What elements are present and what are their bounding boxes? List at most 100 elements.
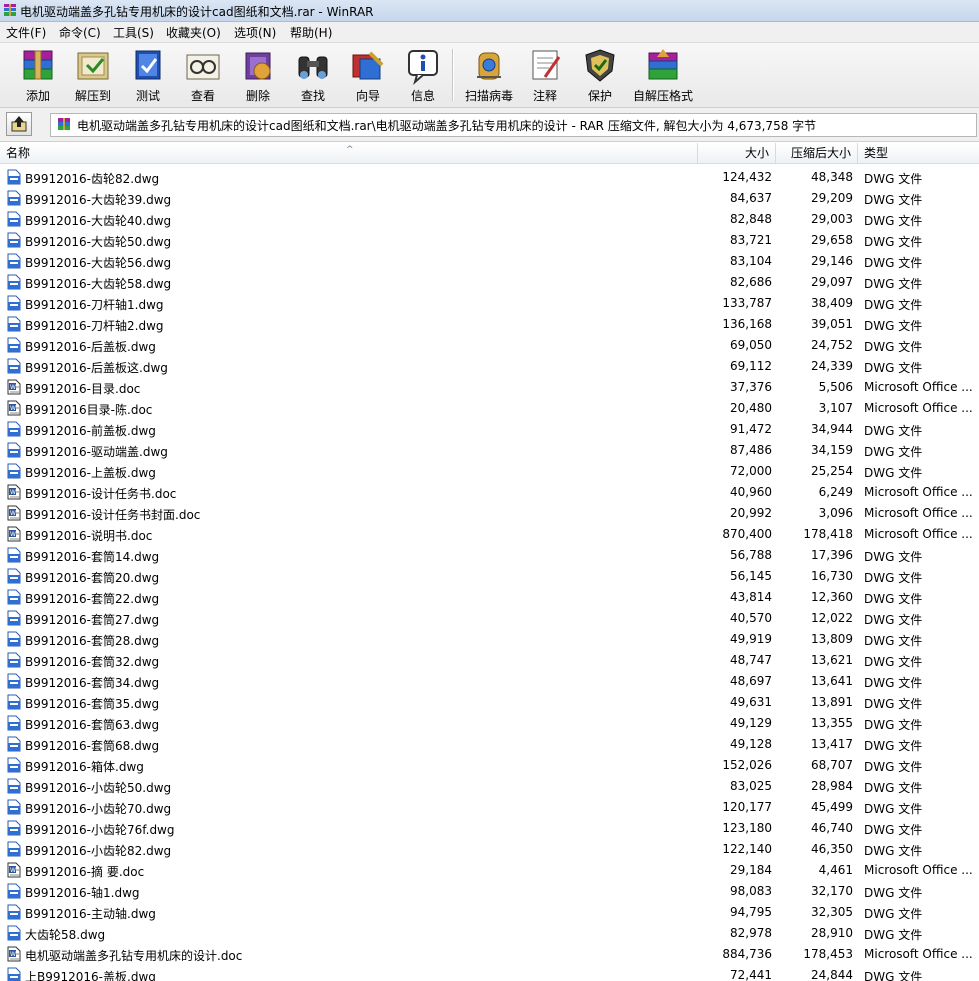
protect-button[interactable]: 保护 <box>572 45 628 105</box>
file-row[interactable]: W B9912016-摘 要.doc 29,184 4,461 Microsoft Of… <box>0 860 979 881</box>
file-row[interactable]: W B9912016-设计任务书.doc 40,960 6,249 Microsoft … <box>0 482 979 503</box>
file-row[interactable]: B9912016-大齿轮58.dwg 82,686 29,097 DWG 文件 <box>0 272 979 293</box>
file-row[interactable]: B9912016-刀杆轴2.dwg 136,168 39,051 DWG 文件 <box>0 314 979 335</box>
view-button[interactable]: 查看 <box>175 45 231 105</box>
column-header-packed[interactable]: 压缩后大小 <box>776 143 858 164</box>
archive-path-field[interactable]: 电机驱动端盖多孔钻专用机床的设计cad图纸和文档.rar\电机驱动端盖多孔钻专用… <box>50 113 977 137</box>
file-name: B9912016-小齿轮76f.dwg <box>25 823 175 837</box>
menu-favorites[interactable]: 收藏夹(O) <box>166 24 221 41</box>
dwg-file-icon <box>7 463 21 479</box>
file-size: 83,025 <box>730 779 772 793</box>
sfx-button[interactable]: 自解压格式 <box>630 45 696 105</box>
find-icon <box>298 56 328 79</box>
file-row[interactable]: B9912016-驱动端盖.dwg 87,486 34,159 DWG 文件 <box>0 440 979 461</box>
column-header-size[interactable]: 大小 <box>698 143 776 164</box>
info-button[interactable]: 信息 <box>395 45 451 105</box>
file-row[interactable]: B9912016-前盖板.dwg 91,472 34,944 DWG 文件 <box>0 419 979 440</box>
test-button[interactable]: 测试 <box>120 45 176 105</box>
file-row[interactable]: B9912016-套筒63.dwg 49,129 13,355 DWG 文件 <box>0 713 979 734</box>
file-row[interactable]: B9912016-大齿轮50.dwg 83,721 29,658 DWG 文件 <box>0 230 979 251</box>
file-row[interactable]: B9912016-套筒34.dwg 48,697 13,641 DWG 文件 <box>0 671 979 692</box>
menu-tools[interactable]: 工具(S) <box>113 24 154 41</box>
dwg-file-icon <box>7 967 21 981</box>
file-packed-size: 13,891 <box>811 695 853 709</box>
winrar-icon <box>4 4 16 16</box>
file-name: B9912016-套筒20.dwg <box>25 571 160 585</box>
file-size: 40,570 <box>730 611 772 625</box>
svg-text:W: W <box>10 405 16 412</box>
file-row[interactable]: B9912016-刀杆轴1.dwg 133,787 38,409 DWG 文件 <box>0 293 979 314</box>
file-row[interactable]: B9912016-大齿轮40.dwg 82,848 29,003 DWG 文件 <box>0 209 979 230</box>
column-header-name[interactable]: 名称 ^ <box>0 143 698 164</box>
file-row[interactable]: W B9912016-目录.doc 37,376 5,506 Microsoft Off… <box>0 377 979 398</box>
menu-file[interactable]: 文件(F) <box>6 24 46 41</box>
file-size: 87,486 <box>730 443 772 457</box>
file-row[interactable]: B9912016-箱体.dwg 152,026 68,707 DWG 文件 <box>0 755 979 776</box>
svg-text:W: W <box>10 531 16 538</box>
file-row[interactable]: B9912016-套筒35.dwg 49,631 13,891 DWG 文件 <box>0 692 979 713</box>
file-type: Microsoft Office ... <box>864 401 973 415</box>
file-name: B9912016-齿轮82.dwg <box>25 172 160 186</box>
file-row[interactable]: B9912016-小齿轮70.dwg 120,177 45,499 DWG 文件 <box>0 797 979 818</box>
file-row[interactable]: B9912016-套筒28.dwg 49,919 13,809 DWG 文件 <box>0 629 979 650</box>
extract-to-icon <box>77 52 109 80</box>
file-packed-size: 38,409 <box>811 296 853 310</box>
file-row[interactable]: W B9912016目录-陈.doc 20,480 3,107 Microsoft Of… <box>0 398 979 419</box>
file-packed-size: 13,641 <box>811 674 853 688</box>
file-packed-size: 16,730 <box>811 569 853 583</box>
file-name: B9912016-后盖板.dwg <box>25 340 156 354</box>
column-name-label: 名称 <box>6 146 31 160</box>
file-row[interactable]: B9912016-套筒22.dwg 43,814 12,360 DWG 文件 <box>0 587 979 608</box>
file-name: B9912016-套筒28.dwg <box>25 634 160 648</box>
menu-help[interactable]: 帮助(H) <box>290 24 332 41</box>
file-row[interactable]: B9912016-套筒20.dwg 56,145 16,730 DWG 文件 <box>0 566 979 587</box>
comment-button[interactable]: 注释 <box>517 45 573 105</box>
file-row[interactable]: B9912016-主动轴.dwg 94,795 32,305 DWG 文件 <box>0 902 979 923</box>
file-row[interactable]: B9912016-齿轮82.dwg 124,432 48,348 DWG 文件 <box>0 167 979 188</box>
menu-options[interactable]: 选项(N) <box>234 24 276 41</box>
file-row[interactable]: B9912016-后盖板.dwg 69,050 24,752 DWG 文件 <box>0 335 979 356</box>
file-name: B9912016-套筒63.dwg <box>25 718 160 732</box>
file-packed-size: 45,499 <box>811 800 853 814</box>
column-header-type[interactable]: 类型 <box>858 143 979 164</box>
file-row[interactable]: W B9912016-说明书.doc 870,400 178,418 Microsoft… <box>0 524 979 545</box>
file-size: 123,180 <box>722 821 772 835</box>
dwg-file-icon <box>7 925 21 941</box>
file-row[interactable]: B9912016-套筒68.dwg 49,128 13,417 DWG 文件 <box>0 734 979 755</box>
file-row[interactable]: 上B9912016-盖板.dwg 72,441 24,844 DWG 文件 <box>0 965 979 981</box>
file-row[interactable]: B9912016-小齿轮50.dwg 83,025 28,984 DWG 文件 <box>0 776 979 797</box>
file-packed-size: 34,944 <box>811 422 853 436</box>
file-row[interactable]: B9912016-大齿轮56.dwg 83,104 29,146 DWG 文件 <box>0 251 979 272</box>
file-row[interactable]: B9912016-套筒27.dwg 40,570 12,022 DWG 文件 <box>0 608 979 629</box>
file-row[interactable]: B9912016-小齿轮82.dwg 122,140 46,350 DWG 文件 <box>0 839 979 860</box>
up-folder-button[interactable] <box>6 112 32 136</box>
file-packed-size: 3,107 <box>818 401 853 415</box>
file-row[interactable]: B9912016-上盖板.dwg 72,000 25,254 DWG 文件 <box>0 461 979 482</box>
svg-text:W: W <box>10 867 16 874</box>
file-row[interactable]: B9912016-套筒32.dwg 48,747 13,621 DWG 文件 <box>0 650 979 671</box>
file-row[interactable]: B9912016-小齿轮76f.dwg 123,180 46,740 DWG 文件 <box>0 818 979 839</box>
file-type: DWG 文件 <box>864 319 923 333</box>
find-button[interactable]: 查找 <box>285 45 341 105</box>
dwg-file-icon <box>7 841 21 857</box>
file-type: DWG 文件 <box>864 844 923 858</box>
file-packed-size: 28,984 <box>811 779 853 793</box>
wizard-button[interactable]: 向导 <box>340 45 396 105</box>
file-row[interactable]: W 电机驱动端盖多孔钻专用机床的设计.doc 884,736 178,453 Micro… <box>0 944 979 965</box>
file-row[interactable]: B9912016-套筒14.dwg 56,788 17,396 DWG 文件 <box>0 545 979 566</box>
file-row[interactable]: 大齿轮58.dwg 82,978 28,910 DWG 文件 <box>0 923 979 944</box>
file-row[interactable]: B9912016-轴1.dwg 98,083 32,170 DWG 文件 <box>0 881 979 902</box>
virus-scan-button[interactable]: 扫描病毒 <box>460 45 518 105</box>
file-type: Microsoft Office ... <box>864 506 973 520</box>
dwg-file-icon <box>7 274 21 290</box>
file-size: 91,472 <box>730 422 772 436</box>
file-row[interactable]: B9912016-后盖板这.dwg 69,112 24,339 DWG 文件 <box>0 356 979 377</box>
menu-command[interactable]: 命令(C) <box>59 24 101 41</box>
file-size: 82,848 <box>730 212 772 226</box>
extract-to-button[interactable]: 解压到 <box>65 45 121 105</box>
add-archive-icon <box>23 50 53 80</box>
delete-button[interactable]: 删除 <box>230 45 286 105</box>
file-row[interactable]: W B9912016-设计任务书封面.doc 20,992 3,096 Microsof… <box>0 503 979 524</box>
add-button[interactable]: 添加 <box>10 45 66 105</box>
file-row[interactable]: B9912016-大齿轮39.dwg 84,637 29,209 DWG 文件 <box>0 188 979 209</box>
